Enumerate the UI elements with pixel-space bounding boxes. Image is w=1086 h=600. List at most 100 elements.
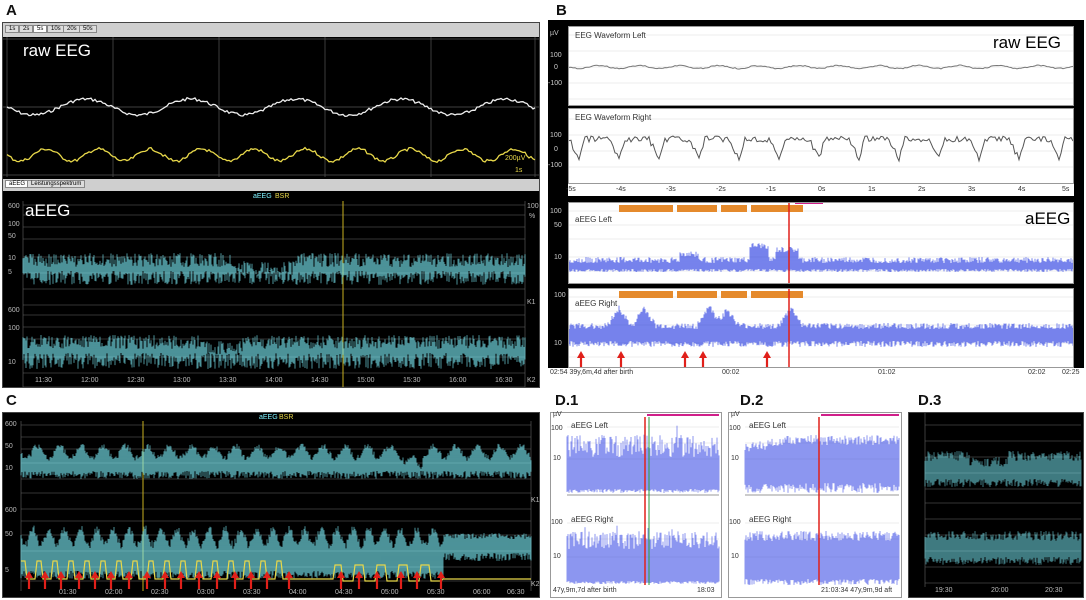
d3-plot: [924, 413, 1082, 587]
x-axis-c: 01:30 02:00 02:30 03:00 03:30 04:00 04:3…: [21, 589, 531, 598]
legend-bsr: BSR: [275, 193, 290, 200]
uv-label: µV: [550, 30, 559, 37]
t-tick: -5s: [566, 186, 576, 193]
wave-y-neg100-r: -100: [548, 162, 563, 169]
d3-channel-1: [924, 451, 1082, 487]
y-tick-5: 5: [8, 269, 12, 276]
c-x-tick: 05:30: [427, 589, 445, 596]
seizure-arrowhead: [617, 351, 625, 358]
aeeg-label-b: aEEG: [1025, 209, 1071, 228]
t-tick: -2s: [716, 186, 726, 193]
d1-plot: [566, 414, 720, 585]
x-tick: 14:30: [311, 377, 329, 384]
c-x-tick: 04:00: [289, 589, 307, 596]
wave-y-100: 100: [550, 52, 562, 59]
t-tick: 4s: [1018, 186, 1026, 193]
d2-y-100: 100: [729, 425, 741, 432]
panel-label-b: B: [556, 2, 567, 19]
panel-b: EEG Waveform Left raw EEG EEG Waveform R…: [548, 20, 1084, 378]
d2-left-band: [744, 435, 900, 493]
tab-leistungsspektrum[interactable]: Leistungsspektrum: [27, 180, 86, 188]
y-tick-100-ch2: 100: [8, 325, 20, 332]
y-tick-100: 100: [8, 221, 20, 228]
wave-y-0: 0: [554, 64, 558, 71]
d1-y-100: 100: [551, 425, 563, 432]
seizure-arrowhead: [699, 351, 707, 358]
d1-uv: µV: [553, 411, 562, 418]
aeeg-y-100: 100: [550, 208, 562, 215]
d1-y-100-r: 100: [551, 519, 563, 526]
panel-label-d3: D.3: [918, 392, 942, 409]
d3-x-tick: 20:00: [991, 587, 1009, 594]
panel-label-a: A: [6, 2, 17, 19]
wave-y-0-r: 0: [554, 146, 558, 153]
d2-footer: 21:03:34 47y,9m,9d aft: [821, 587, 893, 594]
panel-label-c: C: [6, 392, 17, 409]
wave-y-neg100: -100: [548, 80, 563, 87]
toolbar: 1s 2s 5s 10s 20s 50s: [3, 23, 539, 37]
t-tick: -4s: [616, 186, 626, 193]
aeeg-y-10: 10: [554, 254, 562, 261]
t-tick: 1s: [868, 186, 876, 193]
aeeg-plot-c: [20, 421, 532, 591]
d2-left-title: aEEG Left: [749, 421, 786, 430]
channel-k1: K1: [527, 299, 536, 306]
seizure-arrowhead: [763, 351, 771, 358]
c-channel-k2: K2: [531, 581, 540, 588]
c-y-50: 50: [5, 443, 13, 450]
c-x-tick: 06:00: [473, 589, 491, 596]
d1-time: 18:03: [697, 587, 715, 594]
timebase-50s-button[interactable]: 50s: [79, 25, 97, 33]
x-axis-d3: 19:30 20:00 20:30: [925, 587, 1081, 597]
t-tick: 2s: [918, 186, 926, 193]
x-tick-b: 02:25: [1062, 369, 1080, 376]
tab-bar: aEEG Leistungsspektrum: [3, 179, 539, 191]
timebase-2s-button[interactable]: 2s: [19, 25, 34, 33]
waveform-left-title: EEG Waveform Left: [575, 31, 646, 40]
x-tick: 16:00: [449, 377, 467, 384]
d2-plot: [744, 414, 900, 585]
d1-left-band: [566, 425, 720, 493]
x-tick-b: 02:02: [1028, 369, 1046, 376]
t-tick: 3s: [968, 186, 976, 193]
seizure-arrowhead: [577, 351, 585, 358]
tab-aeeg[interactable]: aEEG: [5, 180, 30, 188]
timebase-1s-button[interactable]: 1s: [5, 25, 20, 33]
aeeg-channel-1-band: [22, 253, 526, 285]
waveform-right-title: EEG Waveform Right: [575, 113, 652, 122]
t-tick: -1s: [766, 186, 776, 193]
panel-label-d1: D.1: [555, 392, 579, 409]
x-axis-a: 11:30 12:00 12:30 13:00 13:30 14:00 14:3…: [23, 377, 523, 387]
d1-left-title: aEEG Left: [571, 421, 608, 430]
d1-footer: 47y,9m,7d after birth: [553, 587, 617, 594]
c-x-tick: 01:30: [59, 589, 77, 596]
x-tick-b: 00:02: [722, 369, 740, 376]
d2-right-band: [744, 531, 900, 585]
bsr-bar-left: [619, 205, 803, 212]
legend-aeeg: aEEG: [253, 193, 272, 200]
bsr-bar-right: [619, 291, 803, 298]
aeeg-y-50: 50: [554, 222, 562, 229]
x-tick: 16:30: [495, 377, 513, 384]
x-tick: 15:00: [357, 377, 375, 384]
panel-d2: µV 100 10 100 10 aEEG Left aEEG Right 21…: [728, 411, 902, 598]
aeeg-channel-2-band: [22, 335, 526, 369]
c-x-tick: 06:30: [507, 589, 525, 596]
c-x-tick: 05:00: [381, 589, 399, 596]
c-y-5-b: 5: [5, 567, 9, 574]
c-y-10: 10: [5, 465, 13, 472]
x-tick: 15:30: [403, 377, 421, 384]
timebase-5s-button[interactable]: 5s: [33, 25, 48, 33]
x-tick: 13:30: [219, 377, 237, 384]
c-x-tick: 04:30: [335, 589, 353, 596]
d1-right-band: [566, 525, 720, 584]
aeeg-left-title: aEEG Left: [575, 215, 612, 224]
c-y-600: 600: [5, 421, 17, 428]
c-x-tick: 03:00: [197, 589, 215, 596]
t-tick: -3s: [666, 186, 676, 193]
aeeg-plot-a: [22, 201, 526, 387]
x-tick: 12:30: [127, 377, 145, 384]
waveform-left-plot: EEG Waveform Left raw EEG: [568, 26, 1074, 106]
x-tick: 13:00: [173, 377, 191, 384]
aeeg-y-100-r: 100: [554, 292, 566, 299]
